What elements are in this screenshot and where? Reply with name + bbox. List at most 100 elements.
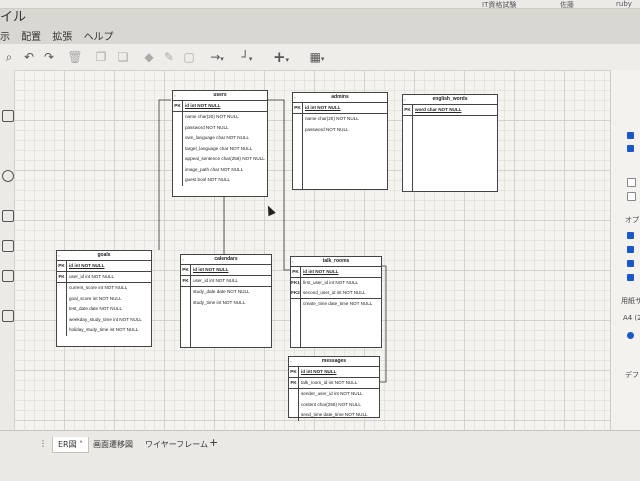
tab-screen-transition[interactable]: 画面遷移図 bbox=[88, 437, 138, 452]
diagram-canvas[interactable]: ▫ users PK id int NOT NULL name char(20) N… bbox=[14, 70, 610, 430]
entity-goals[interactable]: ▫ goals PK id int NOT NULL FK user_id int N… bbox=[56, 250, 152, 347]
pk-label: PK bbox=[291, 267, 301, 277]
to-front-icon[interactable]: ❐ bbox=[92, 48, 110, 66]
field: guest bool NOT NULL bbox=[185, 177, 231, 182]
zoom-icon[interactable]: ⌕ bbox=[0, 48, 18, 66]
pk-field: id int NOT NULL bbox=[305, 105, 341, 110]
field: content char(256) NOT NULL bbox=[301, 401, 361, 407]
entity-users[interactable]: ▫ users PK id int NOT NULL name char(20) N… bbox=[172, 90, 268, 197]
shape-icon[interactable] bbox=[2, 110, 14, 122]
connection-icon[interactable]: →▾ bbox=[206, 48, 228, 66]
to-back-icon[interactable]: ❏ bbox=[114, 48, 132, 66]
bookmark-sato[interactable]: 佐藤 bbox=[560, 0, 574, 10]
bookmark-it-exam[interactable]: IT資格試験 bbox=[482, 0, 516, 10]
pk-field: id int NOT NULL bbox=[303, 269, 339, 274]
delete-icon[interactable]: 🗑 bbox=[66, 48, 84, 66]
checkbox[interactable] bbox=[627, 178, 636, 187]
menu-extras[interactable]: 拡張 bbox=[52, 32, 72, 43]
tab-er-diagram[interactable]: ER図 ˄ bbox=[52, 437, 90, 453]
shape-library-panel bbox=[0, 70, 15, 430]
checkbox[interactable] bbox=[627, 232, 634, 239]
entity-talk-rooms[interactable]: ▫ talk_rooms PK id int NOT NULL FK1 first_u… bbox=[290, 256, 382, 348]
field: test_date date NOT NULL bbox=[69, 306, 123, 311]
field: create_time date_time NOT NULL bbox=[303, 301, 373, 306]
shape-icon[interactable] bbox=[2, 240, 14, 252]
menu-help[interactable]: ヘルプ bbox=[84, 32, 114, 43]
connector-users-talk-rooms bbox=[267, 99, 291, 271]
checkbox[interactable] bbox=[627, 260, 634, 267]
entity-title: goals bbox=[97, 252, 111, 258]
insert-icon[interactable]: +▾ bbox=[270, 48, 292, 66]
entity-english-words[interactable]: ▫ english_words PK word char NOT NULL bbox=[402, 94, 498, 192]
field: name char(20) NOT NULL bbox=[305, 116, 359, 121]
pk-field: id int NOT NULL bbox=[69, 263, 105, 268]
line-color-icon[interactable]: ✎ bbox=[160, 48, 178, 66]
pk-label: PK bbox=[173, 101, 183, 111]
field: password NOT NULL bbox=[305, 126, 349, 132]
fk-field: user_id int NOT NULL bbox=[193, 278, 239, 283]
paper-size-label: 用紙サ bbox=[621, 297, 640, 305]
field: target_language char NOT NULL bbox=[185, 145, 253, 151]
field: study_date date NOT NULL bbox=[193, 289, 250, 294]
entity-title: messages bbox=[321, 358, 347, 364]
entity-title: calendars bbox=[214, 256, 238, 262]
field: send_time date_time NOT NULL bbox=[301, 412, 368, 417]
pk-label: PK bbox=[289, 367, 299, 377]
fk-field: second_user_id int NOT NULL bbox=[303, 290, 366, 295]
entity-title: talk_rooms bbox=[322, 258, 350, 264]
entity-messages[interactable]: ▫ messages PK id int NOT NULL FK talk_room_… bbox=[288, 356, 380, 421]
fk-label: FK bbox=[181, 276, 191, 286]
file-title[interactable]: イル bbox=[0, 6, 26, 25]
fk-field: first_user_id int NOT NULL bbox=[303, 280, 359, 285]
entity-title: admins bbox=[331, 94, 349, 100]
field: goal_score int NOT NULL bbox=[69, 295, 122, 301]
field: weekday_study_time int NOT NULL bbox=[69, 316, 142, 322]
pk-field: id int NOT NULL bbox=[301, 369, 337, 374]
pk-field: id int NOT NULL bbox=[185, 103, 221, 108]
default-style-label[interactable]: デフ bbox=[625, 370, 639, 380]
pk-label: PK bbox=[181, 265, 191, 275]
checkbox[interactable] bbox=[627, 192, 636, 201]
checkbox[interactable] bbox=[627, 246, 634, 253]
checkbox[interactable] bbox=[627, 274, 634, 281]
field: password NOT NULL bbox=[185, 124, 229, 130]
shadow-icon[interactable]: ▢ bbox=[180, 48, 198, 66]
checkbox[interactable] bbox=[627, 145, 634, 152]
browser-bookmark-strip: IT資格試験 佐藤 ruby bbox=[0, 0, 640, 9]
table-icon[interactable]: ▦▾ bbox=[306, 48, 328, 66]
pk-label: PK bbox=[293, 103, 303, 113]
field: name char(20) NOT NULL bbox=[185, 114, 239, 119]
fk-field: talk_room_id int NOT NULL bbox=[301, 380, 358, 385]
ellipse-icon[interactable] bbox=[2, 170, 14, 182]
radio-portrait[interactable] bbox=[627, 332, 634, 339]
field: own_language char NOT NULL bbox=[185, 135, 250, 140]
fill-color-icon[interactable]: ◆ bbox=[140, 48, 158, 66]
entity-title: users bbox=[213, 92, 227, 98]
paper-size-value[interactable]: A4 (2 bbox=[623, 314, 640, 322]
pk-field: word char NOT NULL bbox=[415, 107, 462, 112]
add-page-icon[interactable]: + bbox=[204, 434, 223, 451]
shape-icon[interactable] bbox=[2, 270, 14, 282]
field: appeal_sentence char(256) NOT NULL bbox=[185, 156, 265, 161]
menu-arrange[interactable]: 配置 bbox=[21, 32, 41, 43]
more-pages-icon[interactable]: ⋮ bbox=[34, 437, 52, 450]
checkbox[interactable] bbox=[627, 132, 634, 139]
shape-icon[interactable] bbox=[2, 310, 14, 322]
entity-admins[interactable]: ▫ admins PK id int NOT NULL name char(20) … bbox=[292, 92, 388, 190]
undo-icon[interactable]: ↶ bbox=[20, 48, 38, 66]
field: current_score int NOT NULL bbox=[69, 285, 128, 290]
options-label: オプ bbox=[625, 216, 639, 224]
field: image_path char NOT NULL bbox=[185, 166, 244, 172]
fk-label: FK bbox=[289, 378, 299, 388]
shape-icon[interactable] bbox=[2, 210, 14, 222]
waypoint-icon[interactable]: ┘▾ bbox=[236, 48, 258, 66]
redo-icon[interactable]: ↷ bbox=[40, 48, 58, 66]
format-panel: オプ 用紙サ A4 (2 デフ bbox=[610, 70, 640, 430]
menu-view[interactable]: 示 bbox=[0, 32, 10, 43]
connector-users-goals bbox=[158, 99, 171, 250]
fk-label: FK bbox=[57, 272, 67, 282]
tab-wireframe[interactable]: ワイヤーフレーム bbox=[140, 437, 213, 452]
bookmark-ruby[interactable]: ruby bbox=[616, 0, 632, 8]
entity-calendars[interactable]: ▫ calendars PK id int NOT NULL FK user_id i… bbox=[180, 254, 272, 348]
pk-field: id int NOT NULL bbox=[193, 267, 229, 272]
